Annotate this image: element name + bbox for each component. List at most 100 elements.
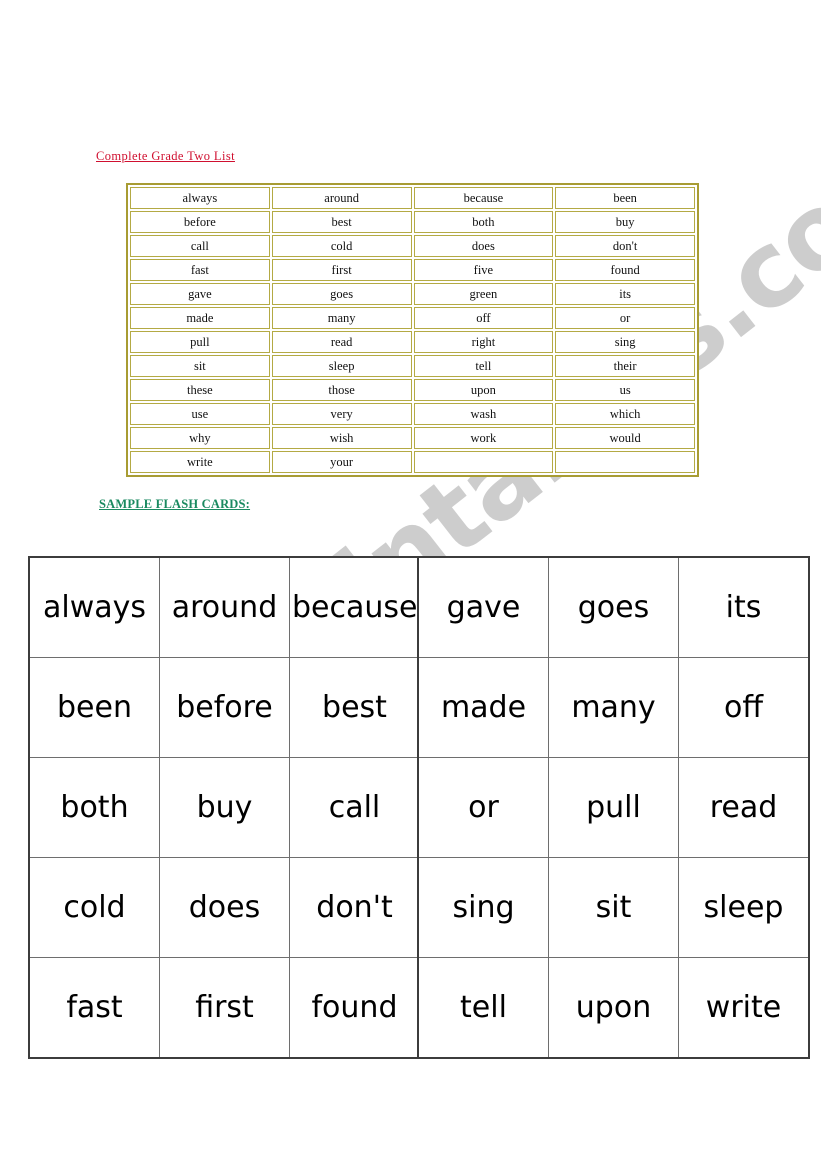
word-list-cell: sleep bbox=[271, 355, 412, 377]
word-list-row: made many off or bbox=[130, 307, 695, 329]
word-list-cell-empty bbox=[555, 451, 695, 473]
word-list-cell: buy bbox=[555, 211, 695, 233]
word-list-cell: does bbox=[413, 235, 554, 257]
word-list-cell: wash bbox=[413, 403, 554, 425]
word-list-cell: upon bbox=[413, 379, 554, 401]
word-list-cell: many bbox=[271, 307, 412, 329]
flashcard-row: made many off bbox=[417, 657, 810, 758]
word-list-cell: would bbox=[555, 427, 695, 449]
flashcard-row: both buy call bbox=[28, 757, 421, 858]
word-list-cell: first bbox=[271, 259, 412, 281]
flashcard-cell: because bbox=[289, 556, 421, 658]
flashcard-left-body: always around because been before best both buy… bbox=[28, 556, 421, 1059]
flashcard-cell: sing bbox=[417, 857, 549, 958]
flashcard-cell: sit bbox=[548, 857, 679, 958]
flashcard-cell: pull bbox=[548, 757, 679, 858]
flashcard-cell: read bbox=[678, 757, 810, 858]
word-list-cell: sing bbox=[555, 331, 695, 353]
word-list-row: call cold does don't bbox=[130, 235, 695, 257]
flashcard-cell: call bbox=[289, 757, 421, 858]
word-list-cell: green bbox=[413, 283, 554, 305]
flashcard-cell: tell bbox=[417, 957, 549, 1059]
word-list-cell: which bbox=[555, 403, 695, 425]
word-list-cell: both bbox=[413, 211, 554, 233]
flashcard-cell: goes bbox=[548, 556, 679, 658]
flashcard-cell: buy bbox=[159, 757, 290, 858]
word-list-cell: pull bbox=[130, 331, 270, 353]
word-list-row: always around because been bbox=[130, 187, 695, 209]
word-list-cell: very bbox=[271, 403, 412, 425]
worksheet-page: ESLprintables.com Complete Grade Two Lis… bbox=[0, 0, 821, 1169]
flashcard-cell: or bbox=[417, 757, 549, 858]
flashcard-cell: made bbox=[417, 657, 549, 758]
word-list-cell: those bbox=[271, 379, 412, 401]
word-list-cell: tell bbox=[413, 355, 554, 377]
word-list-cell: five bbox=[413, 259, 554, 281]
word-list-cell: don't bbox=[555, 235, 695, 257]
word-list-cell: cold bbox=[271, 235, 412, 257]
flashcard-row: gave goes its bbox=[417, 556, 810, 658]
flashcard-row: or pull read bbox=[417, 757, 810, 858]
word-list-cell: or bbox=[555, 307, 695, 329]
flashcards-title-text: SAMPLE FLASH CARDS: bbox=[99, 497, 251, 511]
word-list-cell: right bbox=[413, 331, 554, 353]
flashcard-cell: both bbox=[28, 757, 160, 858]
word-list-cell: goes bbox=[271, 283, 412, 305]
word-list-table: always around because been before best both buy… bbox=[126, 183, 699, 477]
flashcard-cell: fast bbox=[28, 957, 160, 1059]
word-list-title: Complete Grade Two List bbox=[96, 147, 235, 165]
word-list-cell: their bbox=[555, 355, 695, 377]
flashcard-cell: always bbox=[28, 556, 160, 658]
flashcard-row: cold does don't bbox=[28, 857, 421, 958]
flashcard-cell: found bbox=[289, 957, 421, 1059]
word-list-cell: write bbox=[130, 451, 270, 473]
word-list-cell: sit bbox=[130, 355, 270, 377]
flashcard-cell: been bbox=[28, 657, 160, 758]
flashcard-cell: sleep bbox=[678, 857, 810, 958]
flashcard-cell: cold bbox=[28, 857, 160, 958]
word-list-row: sit sleep tell their bbox=[130, 355, 695, 377]
word-list-row: use very wash which bbox=[130, 403, 695, 425]
flashcard-cell: best bbox=[289, 657, 421, 758]
word-list-row: these those upon us bbox=[130, 379, 695, 401]
flashcard-cell: its bbox=[678, 556, 810, 658]
flashcard-row: been before best bbox=[28, 657, 421, 758]
word-list-row: why wish work would bbox=[130, 427, 695, 449]
word-list-title-text: Complete Grade Two List bbox=[96, 149, 235, 163]
word-list-row: fast first five found bbox=[130, 259, 695, 281]
flashcard-cell: before bbox=[159, 657, 290, 758]
word-list-cell: its bbox=[555, 283, 695, 305]
word-list-cell: your bbox=[271, 451, 412, 473]
flashcard-cell: write bbox=[678, 957, 810, 1059]
word-list-row: write your bbox=[130, 451, 695, 473]
word-list-row: pull read right sing bbox=[130, 331, 695, 353]
flashcard-row: tell upon write bbox=[417, 957, 810, 1059]
word-list-row: before best both buy bbox=[130, 211, 695, 233]
word-list-cell: found bbox=[555, 259, 695, 281]
word-list-cell: always bbox=[130, 187, 270, 209]
word-list-cell: best bbox=[271, 211, 412, 233]
word-list-cell-empty bbox=[413, 451, 554, 473]
word-list-cell: read bbox=[271, 331, 412, 353]
flashcard-cell: don't bbox=[289, 857, 421, 958]
word-list-cell: been bbox=[555, 187, 695, 209]
flashcard-row: always around because bbox=[28, 556, 421, 658]
flashcard-row: sing sit sleep bbox=[417, 857, 810, 958]
word-list-cell: around bbox=[271, 187, 412, 209]
word-list-cell: these bbox=[130, 379, 270, 401]
word-list-cell: call bbox=[130, 235, 270, 257]
word-list-cell: off bbox=[413, 307, 554, 329]
flashcard-cell: around bbox=[159, 556, 290, 658]
flashcard-cell: first bbox=[159, 957, 290, 1059]
flashcard-row: fast first found bbox=[28, 957, 421, 1059]
flashcard-table-right: gave goes its made many off or pull read sing sit s… bbox=[417, 556, 810, 1059]
flashcard-right-body: gave goes its made many off or pull read sing sit s… bbox=[417, 556, 810, 1059]
word-list-cell: why bbox=[130, 427, 270, 449]
flashcard-cell: off bbox=[678, 657, 810, 758]
flashcard-table-left: always around because been before best both buy… bbox=[28, 556, 421, 1059]
flashcard-cell: does bbox=[159, 857, 290, 958]
word-list-cell: work bbox=[413, 427, 554, 449]
word-list-cell: wish bbox=[271, 427, 412, 449]
word-list-cell: because bbox=[413, 187, 554, 209]
flashcard-cell: gave bbox=[417, 556, 549, 658]
